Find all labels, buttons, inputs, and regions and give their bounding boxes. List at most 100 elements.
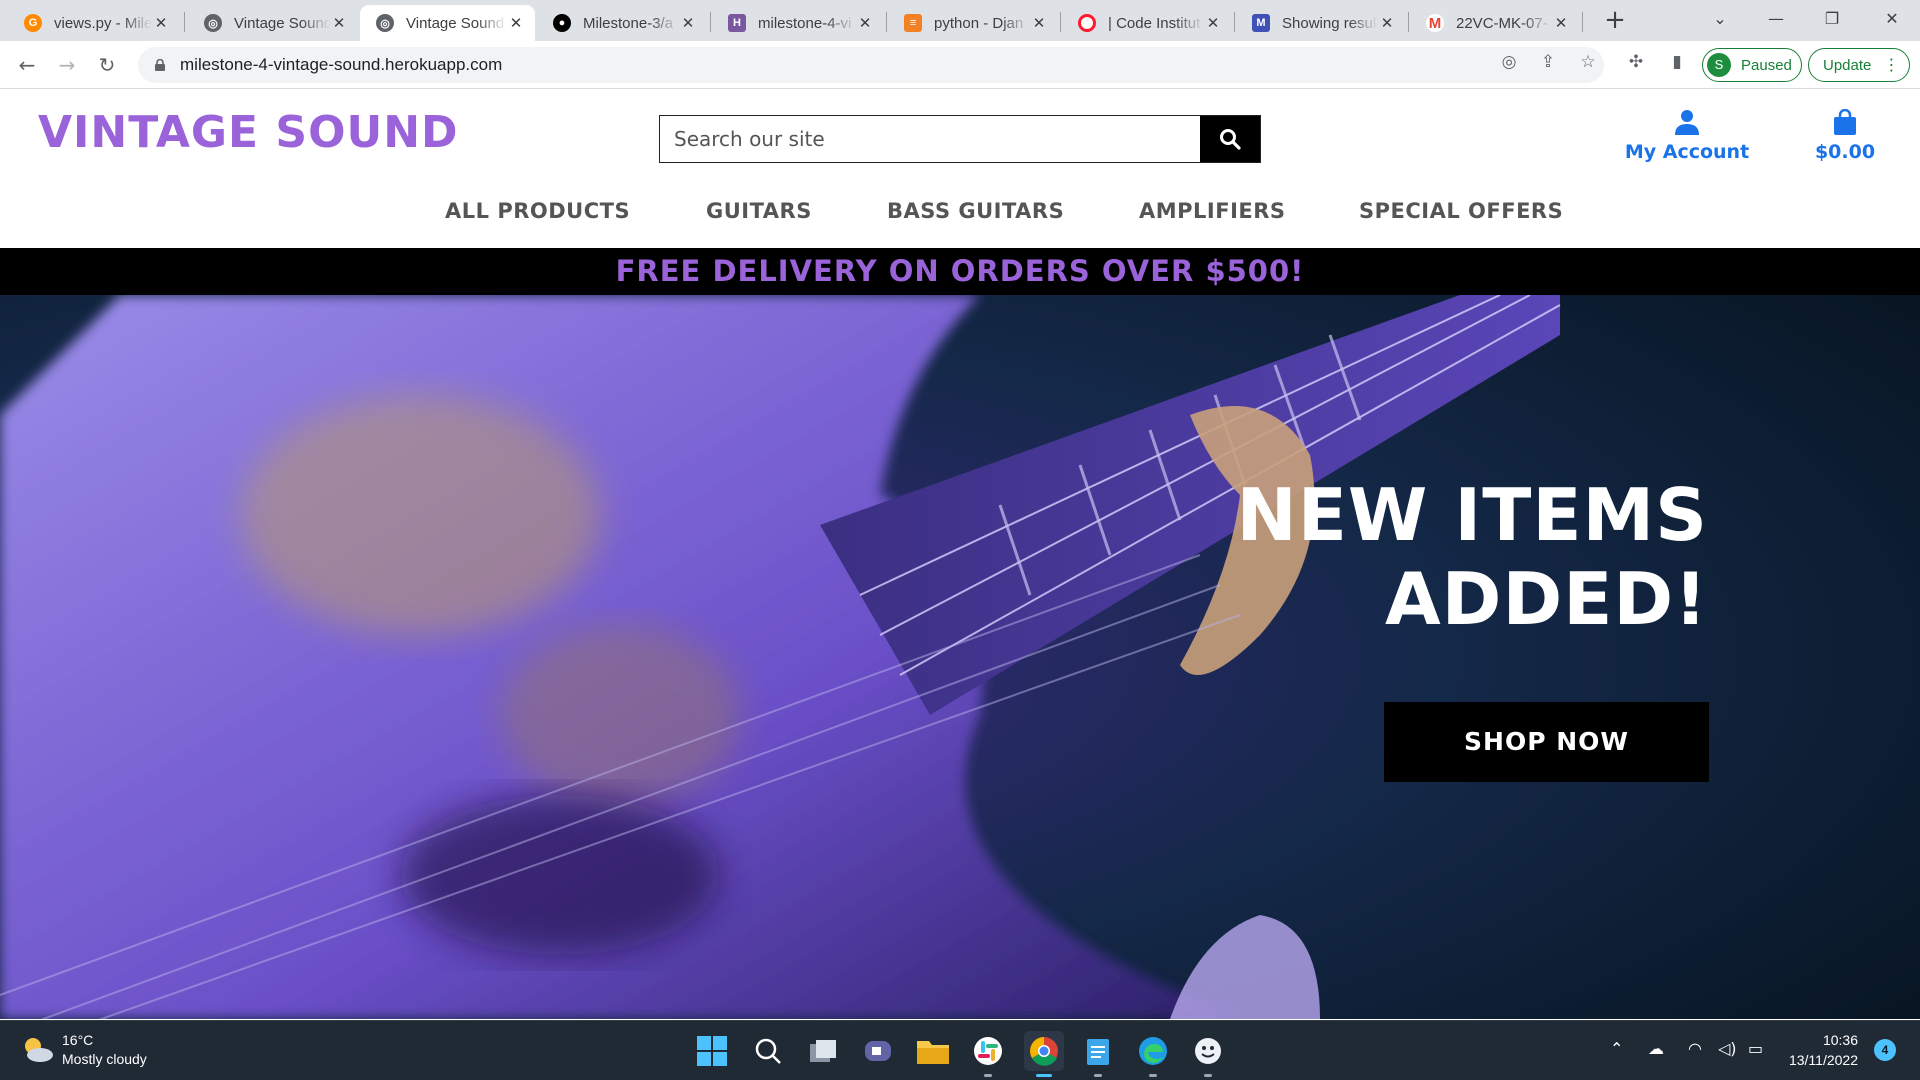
temperature: 16°C <box>62 1032 94 1048</box>
active-indicator <box>1036 1074 1052 1077</box>
tab-title: Showing resul <box>1282 14 1377 32</box>
wifi-icon[interactable]: ◠ <box>1688 1039 1702 1058</box>
running-indicator <box>1149 1074 1157 1077</box>
forward-arrow-icon[interactable]: → <box>53 51 81 79</box>
share-icon[interactable]: ⇪ <box>1536 50 1560 74</box>
clock-time: 10:36 <box>1822 1032 1858 1048</box>
shopping-bag-icon <box>1834 108 1856 135</box>
shop-now-button[interactable]: SHOP NOW <box>1384 702 1709 782</box>
onedrive-cloud-icon[interactable]: ☁ <box>1648 1039 1664 1058</box>
task-view-icon[interactable] <box>805 1033 841 1069</box>
browser-tab[interactable]: M 22VC-MK-07- ✕ <box>1410 5 1580 41</box>
chrome-icon[interactable] <box>1024 1031 1064 1071</box>
restore-icon[interactable]: ❐ <box>1804 0 1860 38</box>
emoji-app-icon[interactable] <box>1190 1033 1226 1069</box>
slack-icon[interactable] <box>970 1033 1006 1069</box>
bookmark-star-icon[interactable]: ☆ <box>1576 50 1600 74</box>
globe-icon: ◎ <box>204 14 222 32</box>
close-icon[interactable]: ✕ <box>330 14 348 32</box>
browser-tab-active[interactable]: ◎ Vintage Sound ✕ <box>360 5 535 41</box>
side-panel-icon[interactable]: ▮ <box>1665 50 1689 74</box>
update-button[interactable]: Update ⋮ <box>1808 48 1910 82</box>
url-text: milestone-4-vintage-sound.herokuapp.com <box>180 55 503 74</box>
profile-paused-button[interactable]: S Paused <box>1702 48 1802 82</box>
close-icon[interactable]: ✕ <box>152 14 170 32</box>
close-icon[interactable]: ✕ <box>679 14 697 32</box>
delivery-banner: FREE DELIVERY ON ORDERS OVER $500! <box>0 248 1920 295</box>
tab-separator <box>1234 12 1235 32</box>
close-icon[interactable]: ✕ <box>1378 14 1396 32</box>
teams-chat-icon[interactable] <box>860 1033 896 1069</box>
window-close-icon[interactable]: ✕ <box>1864 0 1920 38</box>
tab-title: | Code Institut <box>1108 14 1201 32</box>
tab-separator <box>1408 12 1409 32</box>
running-indicator <box>1204 1074 1212 1077</box>
browser-tab[interactable]: ≡ python - Djan ✕ <box>888 5 1058 41</box>
my-account-link[interactable]: My Account <box>1612 109 1762 163</box>
hero-title: NEW ITEMS ADDED! <box>1236 473 1708 641</box>
browser-tab[interactable]: ● Milestone-3/a ✕ <box>537 5 707 41</box>
close-icon[interactable]: ✕ <box>856 14 874 32</box>
nav-bass-guitars[interactable]: BASS GUITARS <box>887 199 1064 223</box>
nav-amplifiers[interactable]: AMPLIFIERS <box>1139 199 1286 223</box>
eye-off-icon[interactable]: ◎ <box>1497 50 1521 74</box>
gitpod-icon: G <box>24 14 42 32</box>
shopping-bag-link[interactable]: $0.00 <box>1800 108 1890 163</box>
globe-icon: ◎ <box>376 14 394 32</box>
tab-title: python - Djan <box>934 14 1024 32</box>
update-label: Update <box>1823 56 1872 74</box>
user-icon <box>1675 110 1699 135</box>
browser-tab[interactable]: ◎ Vintage Sound ✕ <box>188 5 358 41</box>
hero-section: NEW ITEMS ADDED! SHOP NOW <box>0 295 1920 1019</box>
url-bar[interactable]: milestone-4-vintage-sound.herokuapp.com <box>138 47 1604 83</box>
close-icon[interactable]: ✕ <box>507 14 525 32</box>
site-logo[interactable]: VINTAGE SOUND <box>38 107 459 158</box>
hero-guitar-image <box>0 295 1920 1019</box>
github-icon: ● <box>553 14 571 32</box>
browser-tab[interactable]: M Showing resul ✕ <box>1236 5 1406 41</box>
notepad-icon[interactable] <box>1080 1033 1116 1069</box>
volume-icon[interactable]: ◁) <box>1718 1039 1737 1058</box>
weather-condition: Mostly cloudy <box>62 1051 147 1067</box>
back-arrow-icon[interactable]: ← <box>13 51 41 79</box>
profile-status: Paused <box>1741 56 1792 74</box>
minimize-icon[interactable]: — <box>1748 0 1804 38</box>
system-clock[interactable]: 10:36 13/11/2022 <box>1778 1030 1858 1070</box>
tab-title: Milestone-3/a <box>583 14 674 32</box>
tab-title: Vintage Sound <box>234 14 330 32</box>
clock-date: 13/11/2022 <box>1788 1052 1858 1068</box>
chevron-up-icon[interactable]: ⌃ <box>1610 1039 1623 1058</box>
browser-tab[interactable]: H milestone-4-vi ✕ <box>712 5 884 41</box>
cloudy-moon-icon <box>25 1038 53 1062</box>
tab-separator <box>184 12 185 32</box>
battery-icon[interactable]: ▭ <box>1748 1039 1763 1058</box>
taskbar: 16°C Mostly cloudy ⌃ ☁ ◠ ◁) ▭ 10:36 13/1… <box>0 1020 1920 1080</box>
close-icon[interactable]: ✕ <box>1204 14 1222 32</box>
tab-title: Vintage Sound <box>406 14 505 32</box>
nav-special-offers[interactable]: SPECIAL OFFERS <box>1359 199 1563 223</box>
site-search-form <box>659 115 1261 163</box>
weather-widget[interactable]: 16°C Mostly cloudy <box>22 1031 147 1069</box>
reload-icon[interactable]: ↻ <box>93 51 121 79</box>
search-input[interactable] <box>660 116 1200 162</box>
search-icon <box>1220 129 1241 150</box>
browser-tab[interactable]: | Code Institut ✕ <box>1062 5 1232 41</box>
close-icon[interactable]: ✕ <box>1552 14 1570 32</box>
opera-icon <box>1078 14 1096 32</box>
file-explorer-icon[interactable] <box>915 1033 951 1069</box>
bag-total: $0.00 <box>1814 141 1876 163</box>
notification-badge[interactable]: 4 <box>1874 1039 1896 1061</box>
windows-start-icon[interactable] <box>694 1033 730 1069</box>
nav-all-products[interactable]: ALL PRODUCTS <box>445 199 630 223</box>
close-icon[interactable]: ✕ <box>1030 14 1048 32</box>
new-tab-plus-icon[interactable]: + <box>1601 7 1629 35</box>
extensions-puzzle-icon[interactable]: ✣ <box>1624 50 1648 74</box>
tab-search-chevron-icon[interactable]: ⌄ <box>1692 0 1748 38</box>
my-account-label: My Account <box>1624 141 1750 163</box>
search-button[interactable] <box>1200 116 1260 162</box>
nav-guitars[interactable]: GUITARS <box>706 199 812 223</box>
tab-separator <box>1582 12 1583 32</box>
browser-tab[interactable]: G views.py - Mile ✕ <box>8 5 180 41</box>
search-icon[interactable] <box>750 1033 786 1069</box>
edge-icon[interactable] <box>1135 1033 1171 1069</box>
